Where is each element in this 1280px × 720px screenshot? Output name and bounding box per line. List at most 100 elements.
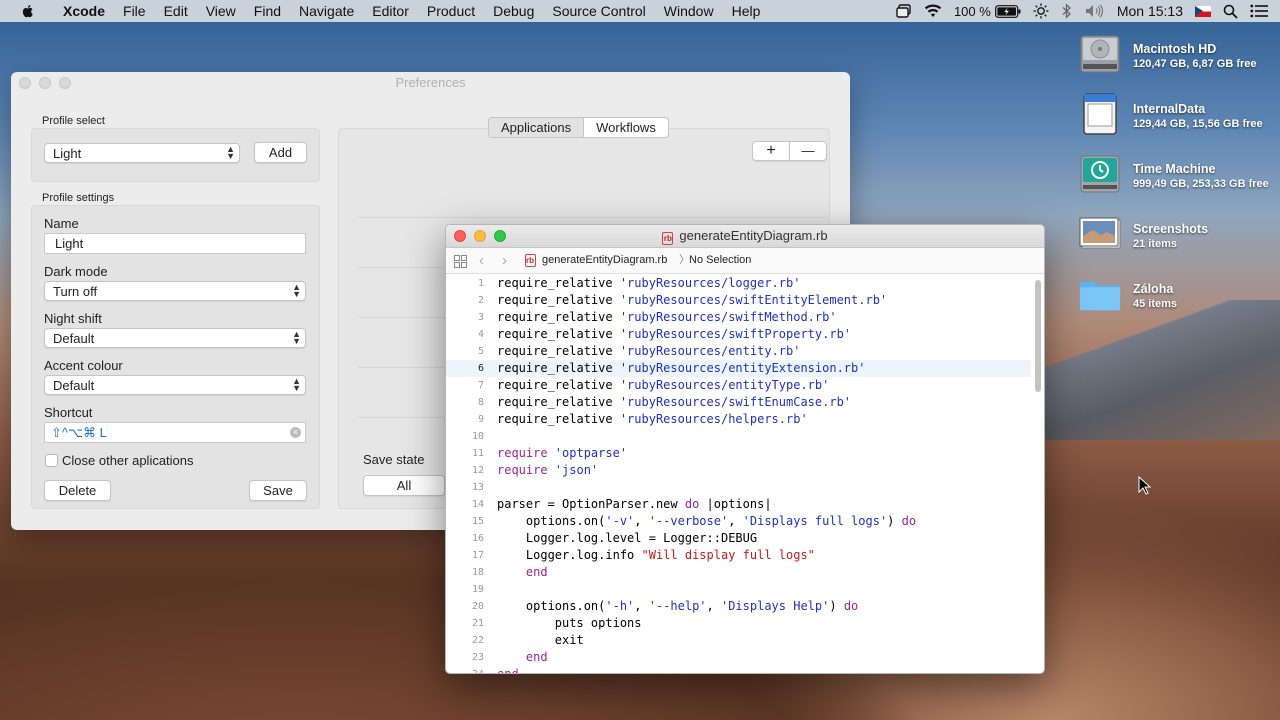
line-number: 5: [477, 346, 484, 357]
code-line[interactable]: 2 require_relative 'rubyResources/swiftEn…: [446, 292, 1031, 309]
save-state-all-button[interactable]: All: [363, 475, 445, 496]
clear-shortcut-icon[interactable]: ×: [290, 427, 301, 438]
menu-window[interactable]: Window: [655, 0, 723, 22]
dark-mode-popup[interactable]: Turn off ▲ ▼: [44, 281, 306, 301]
minimize-button[interactable]: [39, 77, 51, 89]
apple-icon[interactable]: [20, 3, 36, 19]
add-profile-button[interactable]: Add: [254, 142, 307, 163]
desktop-item-info: 999,49 GB, 253,33 GB free: [1133, 178, 1269, 190]
breadcrumb-selection[interactable]: No Selection: [689, 248, 751, 273]
code-line[interactable]: 17 Logger.log.info "Will display full lo…: [446, 547, 1031, 564]
code-line[interactable]: 10: [446, 428, 1031, 445]
delete-profile-button[interactable]: Delete: [44, 480, 111, 501]
code-line[interactable]: 22 exit: [446, 632, 1031, 649]
code-line[interactable]: 14 parser = OptionParser.new do |options|: [446, 496, 1031, 513]
bluetooth-icon[interactable]: [1061, 3, 1073, 19]
ruby-file-icon: rb: [662, 232, 674, 245]
code-line[interactable]: 15 options.on('-v', '--verbose', 'Displa…: [446, 513, 1031, 530]
desktop-item-time-machine[interactable]: Time Machine 999,49 GB, 253,33 GB free: [1078, 152, 1278, 212]
forward-arrow-icon[interactable]: ›: [502, 248, 507, 273]
wifi-icon[interactable]: [924, 4, 942, 18]
menu-edit[interactable]: Edit: [155, 0, 197, 22]
line-number: 23: [471, 652, 484, 663]
code-line[interactable]: 19: [446, 581, 1031, 598]
dark-mode-label: Dark mode: [44, 264, 108, 279]
input-source-flag-icon[interactable]: [1195, 5, 1211, 17]
menu-debug[interactable]: Debug: [484, 0, 543, 22]
name-field[interactable]: Light: [44, 233, 306, 254]
add-application-button[interactable]: +: [752, 141, 790, 161]
remove-application-button[interactable]: —: [789, 141, 827, 161]
code-line[interactable]: 12 require 'json': [446, 462, 1031, 479]
line-number: 18: [471, 567, 484, 578]
close-button[interactable]: [454, 230, 466, 242]
menu-navigate[interactable]: Navigate: [290, 0, 363, 22]
battery-icon[interactable]: [994, 4, 1021, 18]
code-line[interactable]: 6 require_relative 'rubyResources/entityE…: [446, 360, 1031, 377]
close-other-apps-checkbox[interactable]: [45, 454, 58, 467]
breadcrumb-file[interactable]: generateEntityDiagram.rb: [542, 248, 667, 273]
zoom-button[interactable]: [59, 77, 71, 89]
code-line[interactable]: 11 require 'optparse': [446, 445, 1031, 462]
code-line[interactable]: 3 require_relative 'rubyResources/swiftMe…: [446, 309, 1031, 326]
related-items-icon[interactable]: [454, 255, 467, 268]
code-line[interactable]: 13: [446, 479, 1031, 496]
pane-tab-control: Applications Workflows: [488, 117, 669, 138]
desktop-item-macintosh-hd[interactable]: Macintosh HD 120,47 GB, 6,87 GB free: [1078, 32, 1278, 92]
vertical-scrollbar[interactable]: [1035, 280, 1041, 392]
code-line[interactable]: 23 end: [446, 649, 1031, 666]
menu-app-name[interactable]: Xcode: [54, 0, 114, 22]
desktop-item-zaloha[interactable]: Záloha 45 items: [1078, 272, 1278, 332]
code-line[interactable]: 18 end: [446, 564, 1031, 581]
menu-view[interactable]: View: [197, 0, 245, 22]
minimize-button[interactable]: [474, 230, 486, 242]
list-separator: [358, 217, 828, 218]
desktop-item-screenshots[interactable]: Screenshots 21 items: [1078, 212, 1278, 272]
menu-product[interactable]: Product: [418, 0, 484, 22]
line-number: 16: [471, 533, 484, 544]
desktop-icons: Macintosh HD 120,47 GB, 6,87 GB free Inte…: [1078, 32, 1278, 332]
menu-source-control[interactable]: Source Control: [543, 0, 654, 22]
shortcut-recorder[interactable]: ⇧^⌥⌘ L ×: [44, 422, 306, 443]
editor-title: generateEntityDiagram.rb: [679, 228, 828, 243]
popup-arrows-icon: ▲ ▼: [292, 329, 301, 346]
close-button[interactable]: [19, 77, 31, 89]
tab-applications[interactable]: Applications: [489, 118, 585, 137]
menu-find[interactable]: Find: [245, 0, 290, 22]
accent-colour-value: Default: [53, 378, 95, 393]
menu-clock[interactable]: Mon 15:13: [1117, 3, 1183, 19]
code-line[interactable]: 21 puts options: [446, 615, 1031, 632]
window-switcher-icon[interactable]: [896, 4, 912, 18]
spotlight-search-icon[interactable]: [1223, 4, 1238, 19]
accent-colour-popup[interactable]: Default ▲ ▼: [44, 375, 306, 395]
notification-center-icon[interactable]: [1250, 4, 1268, 18]
code-text: options.on('-h', '--help', 'Displays Hel…: [497, 599, 859, 613]
menu-editor[interactable]: Editor: [363, 0, 418, 22]
menu-help[interactable]: Help: [723, 0, 770, 22]
tab-workflows[interactable]: Workflows: [584, 118, 668, 137]
code-line[interactable]: 20 options.on('-h', '--help', 'Displays …: [446, 598, 1031, 615]
brightness-icon[interactable]: [1033, 3, 1049, 19]
profile-select-popup[interactable]: Light ▲ ▼: [44, 143, 240, 163]
night-shift-popup[interactable]: Default ▲ ▼: [44, 328, 306, 348]
night-shift-label: Night shift: [44, 311, 102, 326]
menu-file[interactable]: File: [114, 0, 155, 22]
code-line[interactable]: 4 require_relative 'rubyResources/swiftPr…: [446, 326, 1031, 343]
code-line[interactable]: 1 require_relative 'rubyResources/logger.…: [446, 275, 1031, 292]
code-line[interactable]: 7 require_relative 'rubyResources/entityT…: [446, 377, 1031, 394]
desktop-item-internaldata[interactable]: InternalData 129,44 GB, 15,56 GB free: [1078, 92, 1278, 152]
zoom-button[interactable]: [494, 230, 506, 242]
save-profile-button[interactable]: Save: [249, 480, 307, 501]
back-arrow-icon[interactable]: ‹: [479, 248, 484, 273]
code-line[interactable]: 16 Logger.log.level = Logger::DEBUG: [446, 530, 1031, 547]
source-code-area[interactable]: 1 require_relative 'rubyResources/logger.…: [446, 275, 1031, 673]
code-line[interactable]: 8 require_relative 'rubyResources/swiftEn…: [446, 394, 1031, 411]
editor-titlebar[interactable]: rb generateEntityDiagram.rb: [446, 225, 1044, 248]
volume-icon[interactable]: [1085, 4, 1105, 18]
desktop-item-name: Time Machine: [1133, 162, 1216, 176]
code-line[interactable]: 24 end: [446, 666, 1031, 673]
code-line[interactable]: 9 require_relative 'rubyResources/helpers…: [446, 411, 1031, 428]
close-other-apps-label[interactable]: Close other aplications: [62, 453, 194, 468]
code-line[interactable]: 5 require_relative 'rubyResources/entity.…: [446, 343, 1031, 360]
preferences-titlebar[interactable]: Preferences: [11, 72, 850, 94]
